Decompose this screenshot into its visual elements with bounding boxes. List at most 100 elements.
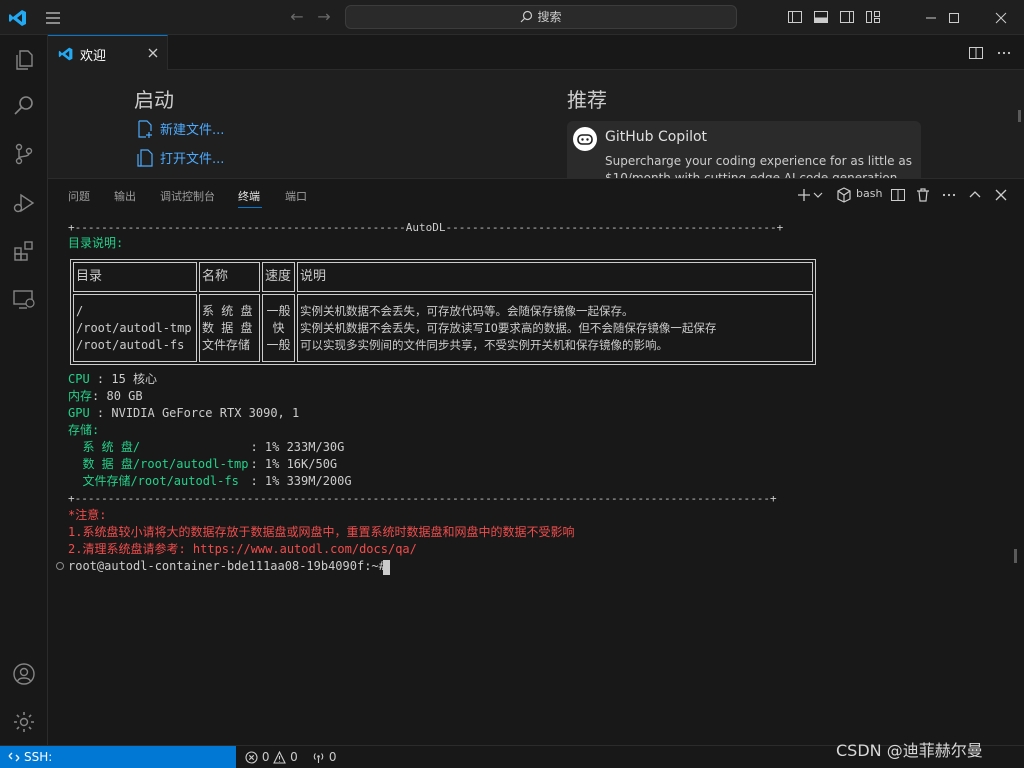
tab-terminal[interactable]: 终端 [238,188,260,204]
manage-gear-icon[interactable] [12,710,36,734]
storage-line: 系 统 盘/: 1% 233M/30G [82,440,345,454]
command-decoration-icon[interactable] [56,562,64,570]
search-icon[interactable] [12,94,36,118]
storage-line: 文件存储/root/autodl-fs: 1% 339M/200G [82,474,352,488]
close-panel-icon[interactable] [993,187,1009,203]
tab-debug-console[interactable]: 调试控制台 [160,188,215,204]
bottom-panel: 问题 输出 调试控制台 终端 端口 bash +----------------… [48,178,1024,745]
search-icon [521,10,533,23]
toggle-primary-sidebar-icon[interactable] [787,9,803,25]
note-heading: *注意: [68,508,107,522]
table-cell: 快 [272,321,285,335]
split-terminal-icon[interactable] [890,187,906,203]
terminal-cursor [383,560,390,575]
error-count: 0 [261,750,270,764]
warning-icon [273,750,287,764]
tab-label: 欢迎 [80,49,107,64]
more-actions-icon[interactable] [941,187,957,203]
extensions-icon[interactable] [12,239,36,263]
remote-icon [8,752,20,762]
more-actions-icon[interactable] [996,45,1012,61]
storage-value: 1% 339M/200G [264,474,352,488]
vscode-logo-icon [8,8,28,28]
copilot-card[interactable]: GitHub Copilot Supercharge your coding e… [567,121,921,178]
table-cell: 文件存储 [202,338,251,352]
directory-table: 目录 名称 速度 说明 / /root/autodl-tmp/root/autod… [70,259,816,365]
note-line: 2.清理系统盘请参考: https://www.autodl.com/docs/… [68,542,417,556]
remote-indicator[interactable]: SSH: connect.beijinga.seetacloud.com [0,746,236,768]
table-cell: 可以实现多实例间的文件同步共享，不受实例开关机和保存镜像的影响。 [300,338,668,352]
copilot-icon [573,127,597,151]
card-description: Supercharge your coding experience for a… [605,154,912,178]
table-cell-descriptions: 实例关机数据不会丢失，可存放代码等。会随保存镜像一起保存。实例关机数据不会丢失，… [297,294,813,362]
close-icon[interactable] [145,45,161,61]
run-and-debug-icon[interactable] [12,191,36,215]
customize-layout-icon[interactable] [865,9,881,25]
ports-count: 0 [328,750,337,764]
back-arrow-icon[interactable]: ← [288,8,306,26]
storage-label: 文件存储/root/autodl-fs [82,474,239,488]
storage-label: 数 据 盘/root/autodl-tmp [82,457,249,471]
tab-welcome[interactable]: 欢迎 [48,35,168,70]
split-editor-icon[interactable] [968,45,984,61]
title-bar: ← → 搜索 [0,0,1024,35]
table-cell-names: 系 统 盘数 据 盘文件存储 [199,294,260,362]
tab-ports[interactable]: 端口 [285,188,307,204]
recommend-heading: 推荐 [567,88,607,112]
new-file-label: 新建文件... [160,123,225,138]
table-cell: 一般 [266,304,291,318]
problems-status[interactable]: 0 0 [245,749,298,765]
explorer-icon[interactable] [12,48,36,72]
maximize-panel-icon[interactable] [967,187,983,203]
activity-bar [0,35,48,745]
maximize-button[interactable] [931,0,977,35]
broadcast-icon [313,753,324,763]
card-title: GitHub Copilot [605,129,708,145]
toggle-panel-icon[interactable] [813,9,829,25]
storage-heading: 存储: [68,423,100,437]
editor-scroll-marker [1018,110,1021,122]
shell-prompt: root@autodl-container-bde111aa08-19b4090… [68,559,386,573]
toggle-secondary-sidebar-icon[interactable] [839,9,855,25]
search-label: 搜索 [537,10,562,24]
cpu-value: 15 核心 [111,372,158,386]
ports-status[interactable]: 0 [312,749,336,765]
note-line: 1.系统盘较小请将大的数据存放于数据盘或网盘中，重置系统时数据盘和网盘中的数据不… [68,525,575,539]
start-heading: 启动 [134,88,174,112]
table-header: 名称 [199,262,260,292]
open-file-label: 打开文件... [160,152,225,167]
accounts-icon[interactable] [12,662,36,686]
editor-tab-bar: 欢迎 [48,35,1024,70]
terminal-scroll-marker [1014,549,1017,563]
tab-output[interactable]: 输出 [114,188,136,204]
chevron-down-icon[interactable] [813,187,823,203]
remote-label: SSH: connect.beijinga.seetacloud.com [24,750,53,764]
table-header: 说明 [297,262,813,292]
tab-problems[interactable]: 问题 [68,188,90,204]
new-file-icon [138,120,152,138]
open-file-link[interactable]: 打开文件... [136,148,224,167]
trash-icon[interactable] [915,187,931,203]
table-cell: 系 统 盘 [202,304,253,318]
new-terminal-icon[interactable] [796,187,812,203]
gpu-label: GPU [68,406,90,420]
table-cell: 实例关机数据不会丢失，可存放代码等。会随保存镜像一起保存。 [300,304,634,318]
memory-line: 内存: 80 GB [68,389,143,403]
storage-value: 1% 16K/50G [264,457,338,471]
table-cell: /root/autodl-fs [76,338,185,352]
table-cell-speeds: 一般快一般 [262,294,295,362]
active-tab-indicator [238,207,262,208]
storage-line: 数 据 盘/root/autodl-tmp: 1% 16K/50G [82,457,338,471]
remote-explorer-icon[interactable] [12,287,36,311]
welcome-page: 启动 新建文件... 打开文件... 推荐 GitHub Copilot Sup… [48,70,1024,178]
terminal-shell-name[interactable]: bash [856,187,882,200]
new-file-link[interactable]: 新建文件... [136,119,224,138]
command-center-search[interactable]: 搜索 [345,5,737,29]
source-control-icon[interactable] [12,142,36,166]
autodl-banner: +---------------------------------------… [68,221,784,234]
menu-icon[interactable] [44,9,64,27]
forward-arrow-icon[interactable]: → [315,8,333,26]
close-window-button[interactable] [978,0,1024,35]
table-cell: 实例关机数据不会丢失，可存放读写IO要求高的数据。但不会随保存镜像一起保存 [300,321,717,335]
open-file-icon [137,149,153,167]
